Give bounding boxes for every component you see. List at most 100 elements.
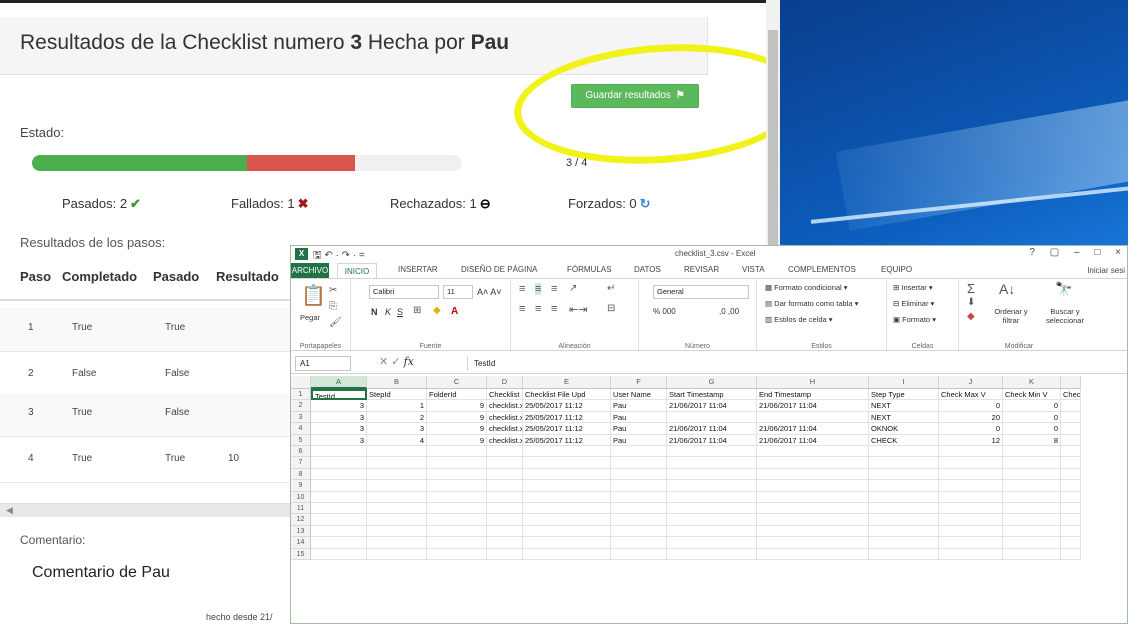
grid-cell[interactable] bbox=[523, 468, 611, 481]
column-header-D[interactable]: D bbox=[487, 376, 523, 389]
grid-cell[interactable] bbox=[757, 514, 869, 526]
conditional-format-button[interactable]: ▦ Formato condicional ▾ bbox=[765, 283, 848, 292]
column-header-A[interactable]: A bbox=[311, 376, 367, 389]
grid-cell[interactable] bbox=[523, 525, 611, 538]
header-cell[interactable]: User Name bbox=[611, 389, 667, 401]
grid-cell[interactable]: 3 bbox=[367, 423, 427, 435]
grid-cell[interactable]: 0 bbox=[1003, 423, 1061, 435]
grid-cell[interactable] bbox=[1061, 446, 1081, 458]
grid-cell[interactable] bbox=[311, 537, 367, 549]
grid-cell[interactable] bbox=[1061, 503, 1081, 515]
bold-button[interactable]: N bbox=[371, 307, 378, 317]
column-header-F[interactable]: F bbox=[611, 376, 667, 389]
row-header[interactable]: 5 bbox=[291, 434, 311, 446]
grid-cell[interactable] bbox=[1003, 446, 1061, 458]
grid-cell[interactable] bbox=[869, 446, 939, 458]
grid-cell[interactable]: 21/06/2017 11:04 bbox=[667, 434, 757, 446]
grid-cell[interactable] bbox=[367, 480, 427, 492]
grid-cell[interactable] bbox=[1003, 503, 1061, 515]
row-header[interactable]: 6 bbox=[291, 446, 311, 458]
grid-cell[interactable] bbox=[939, 514, 1003, 526]
grid-cell[interactable]: 3 bbox=[311, 411, 367, 424]
grid-cell[interactable] bbox=[487, 548, 523, 560]
grid-cell[interactable] bbox=[1061, 423, 1081, 435]
grid-cell[interactable] bbox=[523, 491, 611, 503]
grid-cell[interactable] bbox=[611, 525, 667, 538]
grid-cell[interactable] bbox=[487, 457, 523, 469]
header-cell[interactable]: Check Min V bbox=[1003, 389, 1061, 401]
grid-cell[interactable] bbox=[487, 525, 523, 538]
row-header[interactable]: 3 bbox=[291, 411, 311, 424]
grid-cell[interactable] bbox=[939, 548, 1003, 560]
grid-cell[interactable] bbox=[1061, 468, 1081, 481]
grid-cell[interactable] bbox=[367, 514, 427, 526]
align-bottom-icon[interactable]: ≡ bbox=[551, 283, 557, 295]
grid-cell[interactable] bbox=[939, 525, 1003, 538]
grid-cell[interactable] bbox=[757, 503, 869, 515]
column-header-I[interactable]: I bbox=[869, 376, 939, 389]
grid-cell[interactable] bbox=[523, 537, 611, 549]
grid-cell[interactable] bbox=[611, 514, 667, 526]
cell-styles-button[interactable]: ▥ Estilos de celda ▾ bbox=[765, 315, 833, 324]
grid-cell[interactable] bbox=[869, 480, 939, 492]
grid-cell[interactable]: 21/06/2017 11:04 bbox=[757, 434, 869, 446]
tab-archivo[interactable]: ARCHIVO bbox=[291, 263, 329, 278]
row-header[interactable]: 8 bbox=[291, 468, 311, 481]
grid-cell[interactable] bbox=[869, 457, 939, 469]
grid-cell[interactable]: 0 bbox=[939, 423, 1003, 435]
tab-revisar[interactable]: REVISAR bbox=[684, 265, 719, 274]
grid-cell[interactable] bbox=[487, 480, 523, 492]
save-icon[interactable]: 🖫 bbox=[313, 250, 322, 261]
grid-cell[interactable] bbox=[939, 468, 1003, 481]
grid-cell[interactable] bbox=[939, 491, 1003, 503]
grid-cell[interactable] bbox=[427, 491, 487, 503]
grid-cell[interactable] bbox=[667, 514, 757, 526]
grid-cell[interactable] bbox=[427, 514, 487, 526]
grid-cell[interactable] bbox=[311, 514, 367, 526]
grid-cell[interactable]: 21/06/2017 11:04 bbox=[757, 400, 869, 412]
grid-cell[interactable] bbox=[1061, 411, 1081, 424]
grid-cell[interactable]: 2 bbox=[367, 411, 427, 424]
grid-cell[interactable]: Pau bbox=[611, 411, 667, 424]
grid-cell[interactable]: 25/05/2017 11:12 bbox=[523, 411, 611, 424]
close-button[interactable]: × bbox=[1115, 247, 1121, 258]
grid-cell[interactable] bbox=[1003, 537, 1061, 549]
row-header[interactable]: 12 bbox=[291, 514, 311, 526]
grid-cell[interactable]: checklist.xlsx bbox=[487, 423, 523, 435]
grid-cell[interactable] bbox=[367, 525, 427, 538]
grid-cell[interactable]: 9 bbox=[427, 423, 487, 435]
grid-cell[interactable]: 25/05/2017 11:12 bbox=[523, 423, 611, 435]
grid-cell[interactable] bbox=[487, 503, 523, 515]
grid-cell[interactable] bbox=[611, 457, 667, 469]
tab-vista[interactable]: VISTA bbox=[742, 265, 765, 274]
grid-cell[interactable] bbox=[939, 480, 1003, 492]
format-painter-icon[interactable]: 🖌 bbox=[329, 317, 342, 328]
grid-cell[interactable] bbox=[939, 537, 1003, 549]
grid-cell[interactable] bbox=[1003, 468, 1061, 481]
grid-cell[interactable] bbox=[1061, 480, 1081, 492]
grid-cell[interactable] bbox=[367, 491, 427, 503]
grid-cell[interactable] bbox=[611, 491, 667, 503]
grid-cell[interactable] bbox=[757, 411, 869, 424]
grid-cell[interactable] bbox=[757, 537, 869, 549]
grid-cell[interactable]: Pau bbox=[611, 423, 667, 435]
grid-cell[interactable] bbox=[667, 468, 757, 481]
grid-cell[interactable] bbox=[367, 468, 427, 481]
borders-icon[interactable]: ⊞ bbox=[413, 305, 421, 316]
grid-cell[interactable]: NEXT bbox=[869, 400, 939, 412]
row-header[interactable]: 14 bbox=[291, 537, 311, 549]
header-cell[interactable]: Start Timestamp bbox=[667, 389, 757, 401]
grid-cell[interactable] bbox=[311, 446, 367, 458]
grid-cell[interactable] bbox=[1061, 514, 1081, 526]
grid-cell[interactable] bbox=[1061, 525, 1081, 538]
paste-label[interactable]: Pegar bbox=[300, 313, 320, 322]
grid-cell[interactable]: 21/06/2017 11:04 bbox=[667, 423, 757, 435]
align-top-icon[interactable]: ≡ bbox=[519, 283, 525, 295]
header-cell[interactable]: Checklist File bbox=[487, 389, 523, 401]
grid-cell[interactable] bbox=[523, 514, 611, 526]
grid-cell[interactable] bbox=[869, 468, 939, 481]
grid-cell[interactable] bbox=[667, 480, 757, 492]
sign-in-link[interactable]: Iniciar sesi bbox=[1087, 266, 1125, 275]
grid-cell[interactable] bbox=[427, 503, 487, 515]
font-name-select[interactable]: Calibri bbox=[369, 285, 439, 299]
